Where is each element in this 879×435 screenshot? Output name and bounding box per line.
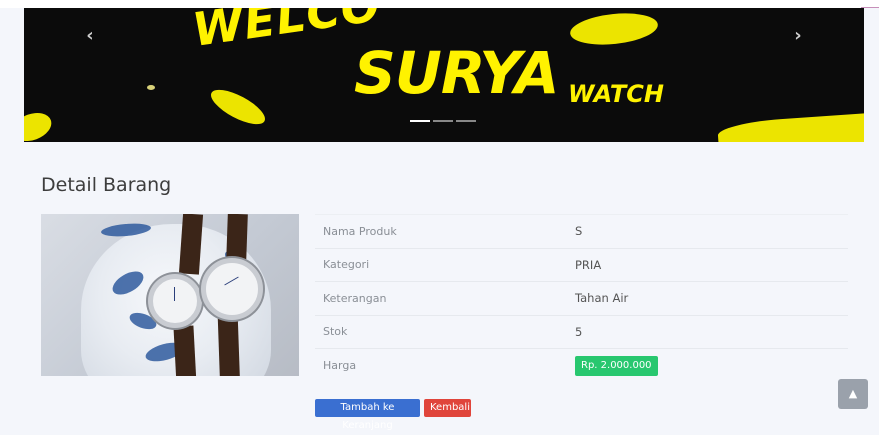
watch-strap (173, 325, 197, 376)
watch-strap (178, 214, 204, 275)
row-value-nama-produk: S (567, 214, 848, 248)
row-value-keterangan: Tahan Air (567, 281, 848, 315)
table-row: Kategori PRIA (315, 247, 848, 282)
watch-strap (226, 214, 248, 263)
product-detail-table: Nama Produk S Kategori PRIA Keterangan T… (315, 214, 848, 382)
add-to-cart-button[interactable]: Tambah ke Keranjang (315, 399, 420, 431)
watch-strap (217, 317, 241, 376)
table-row: Stok 5 (315, 314, 848, 349)
chevron-left-icon[interactable]: ‹ (80, 24, 100, 48)
banner-brand-suffix: WATCH (568, 80, 664, 108)
chevron-right-icon[interactable]: › (788, 24, 808, 48)
row-label-keterangan: Keterangan (315, 281, 567, 315)
carousel-indicator-1[interactable] (410, 120, 430, 122)
back-button[interactable]: Kembali (424, 399, 471, 417)
row-label-kategori: Kategori (315, 247, 567, 282)
row-label-harga: Harga (315, 348, 567, 382)
carousel-indicator-2[interactable] (433, 120, 453, 122)
table-row: Harga Rp. 2.000.000 (315, 348, 848, 382)
yellow-paint-blob (206, 83, 270, 131)
yellow-paint-blob (24, 107, 56, 142)
table-row: Nama Produk S (315, 214, 848, 248)
hero-carousel[interactable]: WELCO SURYA WATCH ‹ › (24, 8, 864, 142)
row-label-nama-produk: Nama Produk (315, 214, 567, 248)
row-value-harga: Rp. 2.000.000 (567, 348, 848, 382)
watch-face (201, 258, 263, 320)
table-row: Keterangan Tahan Air (315, 281, 848, 315)
row-value-kategori: PRIA (567, 247, 848, 282)
yellow-paint-blob (717, 112, 864, 142)
top-strip (0, 0, 879, 8)
yellow-paint-speck (147, 85, 155, 90)
watch-face (148, 274, 202, 328)
carousel-indicators (410, 120, 476, 122)
watch-hand (174, 287, 175, 301)
product-image (41, 214, 299, 376)
price-badge: Rp. 2.000.000 (575, 355, 658, 376)
banner-brand-text: SURYA (354, 39, 560, 107)
carousel-indicator-3[interactable] (456, 120, 476, 122)
row-value-stok: 5 (567, 314, 848, 349)
yellow-paint-blob (568, 9, 660, 49)
watch-hand (224, 276, 239, 286)
page-title: Detail Barang (41, 174, 172, 196)
row-label-stok: Stok (315, 314, 567, 349)
chevron-up-icon[interactable]: ▲ (838, 379, 868, 409)
